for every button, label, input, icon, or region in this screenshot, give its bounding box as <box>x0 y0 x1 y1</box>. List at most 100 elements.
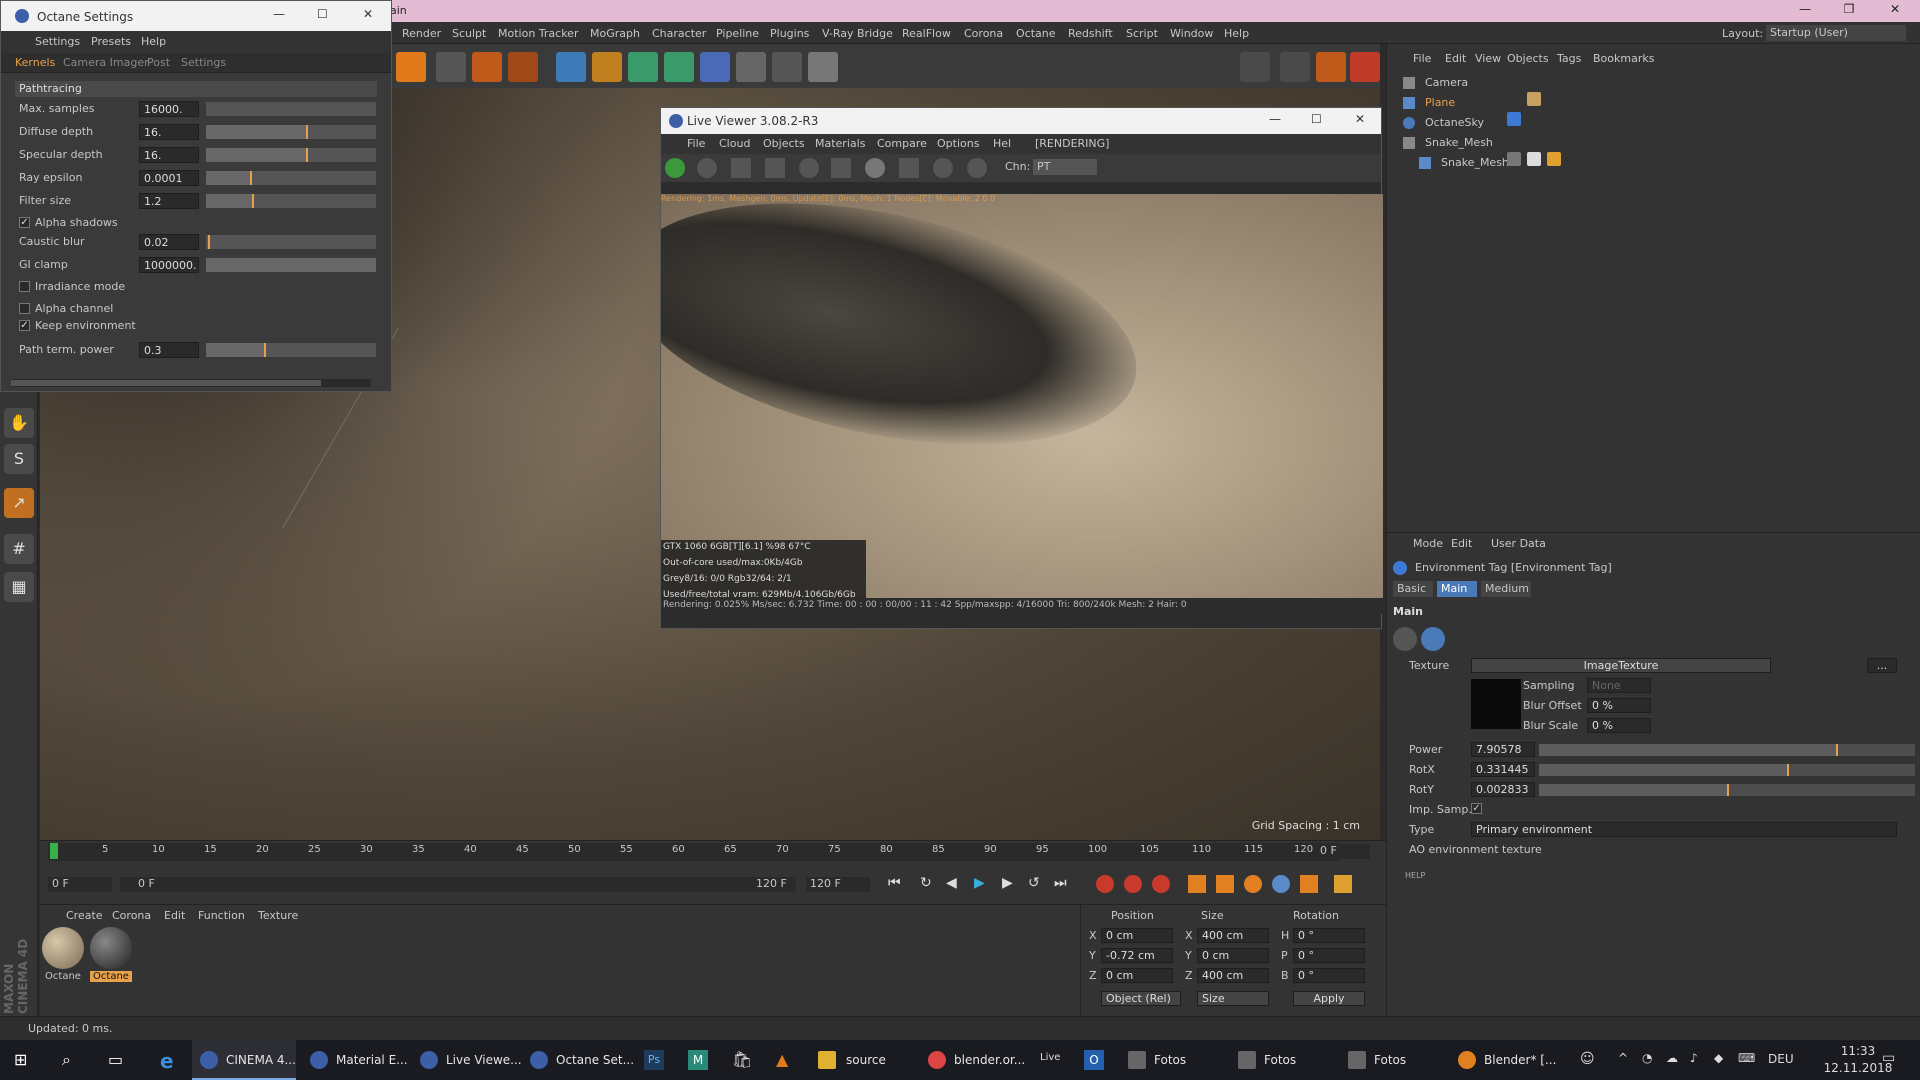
go-to-start-icon[interactable]: ⏮ <box>888 875 901 891</box>
om-menu-tags[interactable]: Tags <box>1557 52 1581 65</box>
edge-browser-icon[interactable]: e <box>160 1049 174 1073</box>
tab-basic[interactable]: Basic <box>1393 581 1433 597</box>
max-samples-field[interactable]: 16000. <box>139 101 199 117</box>
lv-menu-materials[interactable]: Materials <box>815 137 865 150</box>
subdivision-icon[interactable] <box>628 52 658 82</box>
spline-pen-icon[interactable] <box>592 52 622 82</box>
lv-sphere-icon[interactable] <box>865 158 885 178</box>
menu-realflow[interactable]: RealFlow <box>902 27 951 40</box>
render-region-icon[interactable] <box>396 52 426 82</box>
live-viewer-render-image[interactable]: Rendering: 1ms, Meshgen: 0ms, Update[E]:… <box>661 194 1383 598</box>
render-picture-viewer-icon[interactable] <box>472 52 502 82</box>
taskbar-live-viewer[interactable]: Live Viewe... <box>412 1040 522 1080</box>
lv-lock-icon[interactable] <box>831 158 851 178</box>
search-icon[interactable]: ⌕ <box>62 1050 71 1070</box>
lv-clay-icon[interactable] <box>899 158 919 178</box>
floor-icon[interactable] <box>736 52 766 82</box>
lv-menu-compare[interactable]: Compare <box>877 137 927 150</box>
octane-menu-settings[interactable]: Settings <box>35 35 80 48</box>
blur-offset-field[interactable]: 0 % <box>1587 698 1651 713</box>
om-menu-view[interactable]: View <box>1475 52 1501 65</box>
preview-sphere-blue-icon[interactable] <box>1421 627 1445 651</box>
people-icon[interactable]: ☺ <box>1580 1051 1595 1067</box>
om-menu-bookmarks[interactable]: Bookmarks <box>1593 52 1654 65</box>
language-indicator[interactable]: DEU <box>1768 1052 1794 1066</box>
keep-environment-checkbox[interactable]: ✓ <box>19 320 30 331</box>
close-button[interactable]: ✕ <box>1880 2 1910 20</box>
caustic-blur-slider[interactable] <box>206 235 376 249</box>
octane-close-button[interactable]: ✕ <box>363 7 373 21</box>
menu-motion-tracker[interactable]: Motion Tracker <box>498 27 578 40</box>
magnet-icon[interactable]: ✋ <box>4 408 34 438</box>
type-dropdown[interactable]: Primary environment <box>1471 822 1897 837</box>
menu-redshift[interactable]: Redshift <box>1068 27 1113 40</box>
octane-live-viewer-icon[interactable] <box>1350 52 1380 82</box>
onedrive-icon[interactable]: ☁ <box>1666 1051 1678 1065</box>
mm-menu-function[interactable]: Function <box>198 909 245 922</box>
taskbar-fotos-1[interactable]: Fotos <box>1120 1040 1224 1080</box>
octane-menu-help[interactable]: Help <box>141 35 166 48</box>
task-view-icon[interactable]: ▭ <box>108 1050 123 1069</box>
menu-pipeline[interactable]: Pipeline <box>716 27 759 40</box>
ray-epsilon-slider[interactable] <box>206 171 376 185</box>
position-key-icon[interactable] <box>1188 875 1206 893</box>
size-y-field[interactable]: 0 cm <box>1197 948 1269 963</box>
ray-epsilon-field[interactable]: 0.0001 <box>139 170 199 186</box>
menu-window[interactable]: Window <box>1170 27 1213 40</box>
snap-icon[interactable]: S <box>4 444 34 474</box>
camera-icon[interactable] <box>772 52 802 82</box>
specular-depth-slider[interactable] <box>206 148 376 162</box>
deformer-icon[interactable] <box>700 52 730 82</box>
checker-tag-icon[interactable] <box>1527 152 1541 166</box>
record-icon[interactable] <box>1096 875 1114 893</box>
tab-medium[interactable]: Medium <box>1481 581 1531 597</box>
current-frame-field[interactable]: 0 F <box>1316 844 1370 859</box>
gi-clamp-field[interactable]: 1000000. <box>139 257 199 273</box>
layout-icon-1[interactable] <box>1240 52 1270 82</box>
live-app-icon[interactable]: Live <box>1040 1052 1060 1063</box>
lv-menu-help[interactable]: Help <box>993 137 1011 150</box>
tab-camera-imager[interactable]: Camera Imager <box>63 56 149 69</box>
material-tag-icon[interactable] <box>1527 92 1541 106</box>
texture-field[interactable]: ImageTexture <box>1471 658 1771 673</box>
menu-mograph[interactable]: MoGraph <box>590 27 640 40</box>
end-frame-field[interactable]: 120 F <box>806 877 870 892</box>
taskbar-source-folder[interactable]: source <box>812 1040 912 1080</box>
render-view-icon[interactable] <box>436 52 466 82</box>
material-swatch-ground[interactable]: Octane <box>42 927 84 983</box>
path-term-power-slider[interactable] <box>206 343 376 357</box>
lv-settings-gear-icon[interactable] <box>799 158 819 178</box>
menu-sculpt[interactable]: Sculpt <box>452 27 486 40</box>
snake-material-tag-icon[interactable] <box>1507 152 1521 166</box>
apply-button[interactable]: Apply <box>1293 991 1365 1006</box>
filter-size-field[interactable]: 1.2 <box>139 193 199 209</box>
layout-icon-2[interactable] <box>1280 52 1310 82</box>
workplane-icon[interactable]: # <box>4 534 34 564</box>
mm-menu-corona[interactable]: Corona <box>112 909 151 922</box>
lv-material-pick-icon[interactable] <box>967 158 987 178</box>
rot-h-field[interactable]: 0 ° <box>1293 928 1365 943</box>
lv-focus-pick-icon[interactable] <box>933 158 953 178</box>
menu-character[interactable]: Character <box>652 27 706 40</box>
playhead[interactable] <box>50 843 58 859</box>
rot-b-field[interactable]: 0 ° <box>1293 968 1365 983</box>
minimize-button[interactable]: — <box>1790 2 1820 20</box>
volume-icon[interactable]: ♪ <box>1690 1051 1698 1065</box>
locked-workplane-icon[interactable]: ▦ <box>4 572 34 602</box>
tab-main[interactable]: Main <box>1437 581 1477 597</box>
range-slider[interactable]: 0 F 120 F <box>120 877 796 892</box>
step-forward-icon[interactable]: ▶ <box>1002 875 1013 891</box>
lv-menu-objects[interactable]: Objects <box>763 137 805 150</box>
store-icon[interactable]: 🛍 <box>732 1050 752 1069</box>
mm-menu-edit[interactable]: Edit <box>164 909 185 922</box>
lv-restart-icon[interactable] <box>697 158 717 178</box>
step-back-icon[interactable]: ◀ <box>946 875 957 891</box>
lv-channel-dropdown[interactable]: PT <box>1033 159 1097 175</box>
maximize-button[interactable]: ❐ <box>1834 2 1864 20</box>
dropbox-icon[interactable]: ◆ <box>1714 1051 1723 1065</box>
taskbar-fotos-3[interactable]: Fotos <box>1340 1040 1444 1080</box>
lv-send-scene-icon[interactable] <box>665 158 685 178</box>
tab-kernels[interactable]: Kernels <box>15 56 55 69</box>
om-menu-file[interactable]: File <box>1413 52 1431 65</box>
menu-render[interactable]: Render <box>402 27 441 40</box>
